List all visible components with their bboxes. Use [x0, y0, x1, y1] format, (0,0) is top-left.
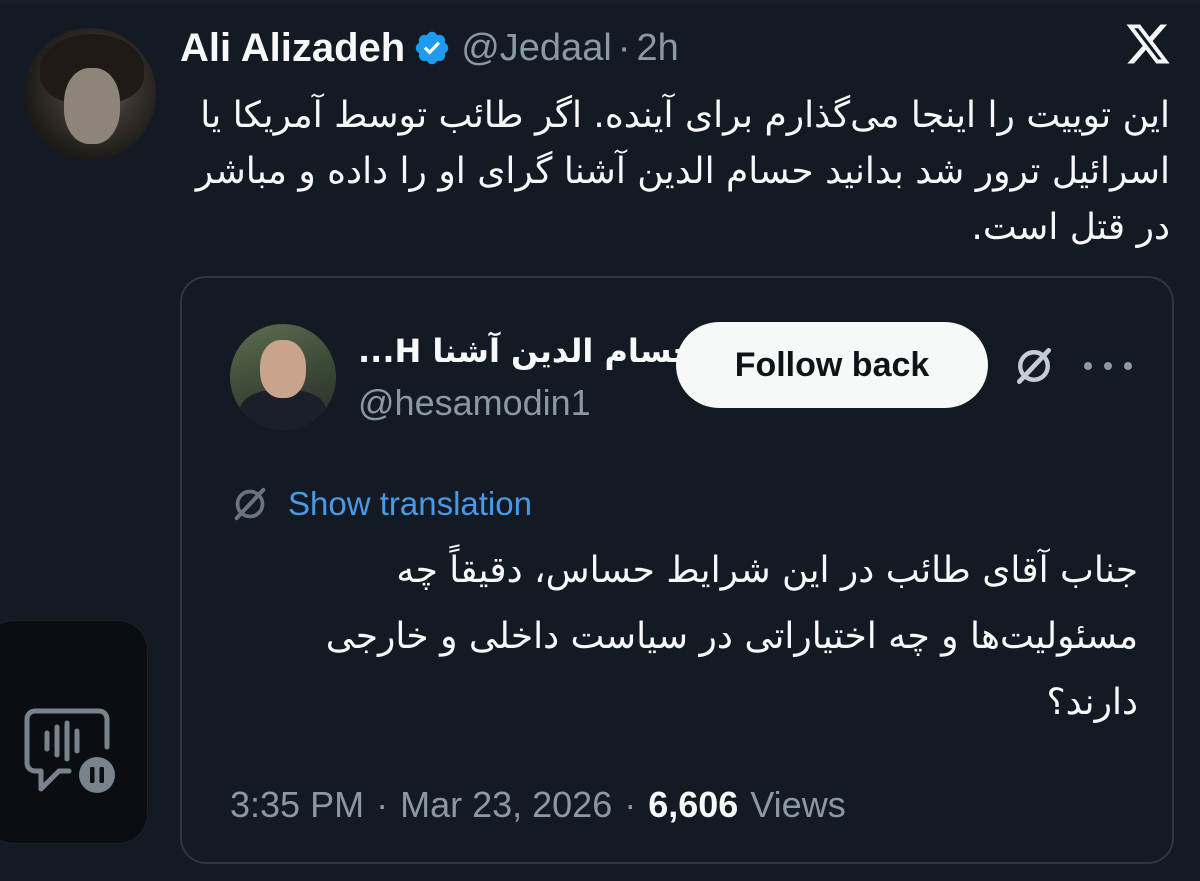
views-label: Views: [750, 784, 846, 825]
quoted-post-time[interactable]: 3:35 PM: [230, 784, 364, 826]
more-dot: [1084, 362, 1092, 370]
post-text: این توییت را اینجا می‌گذارم برای آینده. …: [195, 95, 1170, 248]
audio-message-icon: [24, 708, 115, 793]
quoted-author-name[interactable]: حسام الدین آشنا H...: [358, 332, 696, 370]
post-time[interactable]: 2h: [636, 27, 678, 70]
x-logo-icon: [1126, 24, 1170, 64]
audio-message-widget[interactable]: [0, 620, 148, 844]
translate-row: Show translation: [230, 482, 532, 526]
show-translation-link[interactable]: Show translation: [288, 485, 532, 523]
previous-post-edge: [0, 0, 1200, 6]
more-icon[interactable]: [1084, 342, 1132, 390]
more-dot: [1124, 362, 1132, 370]
follow-back-button[interactable]: Follow back: [676, 322, 988, 408]
quoted-post-meta: 3:35 PM · Mar 23, 2026 · 6,606 Views: [230, 780, 846, 830]
grok-icon[interactable]: [1012, 344, 1056, 388]
avatar-face: [260, 340, 306, 398]
author-name[interactable]: Ali Alizadeh: [180, 26, 405, 71]
meta-separator: ·: [376, 784, 389, 825]
author-handle[interactable]: @Jedaal: [461, 27, 612, 70]
more-dot: [1104, 362, 1112, 370]
quoted-author-avatar[interactable]: [230, 324, 336, 430]
views-count[interactable]: 6,606: [648, 784, 738, 826]
quoted-post-date[interactable]: Mar 23, 2026: [400, 784, 612, 826]
quoted-post-card[interactable]: حسام الدین آشنا H... @hesamodin1 Follow …: [180, 276, 1174, 864]
post-header: Ali Alizadeh @Jedaal · 2h: [180, 22, 679, 74]
translate-icon: [234, 487, 266, 521]
quoted-author-handle[interactable]: @hesamodin1: [358, 382, 591, 424]
author-avatar[interactable]: [24, 28, 156, 160]
meta-separator: ·: [624, 784, 637, 825]
verified-badge-icon: [415, 31, 449, 65]
avatar-face: [64, 68, 120, 144]
header-separator: ·: [617, 26, 631, 69]
quoted-author-name-row: حسام الدین آشنا H...: [358, 326, 696, 376]
quoted-post-text: جناب آقای طائب در این شرایط حساس، دقیقاً…: [325, 550, 1138, 723]
